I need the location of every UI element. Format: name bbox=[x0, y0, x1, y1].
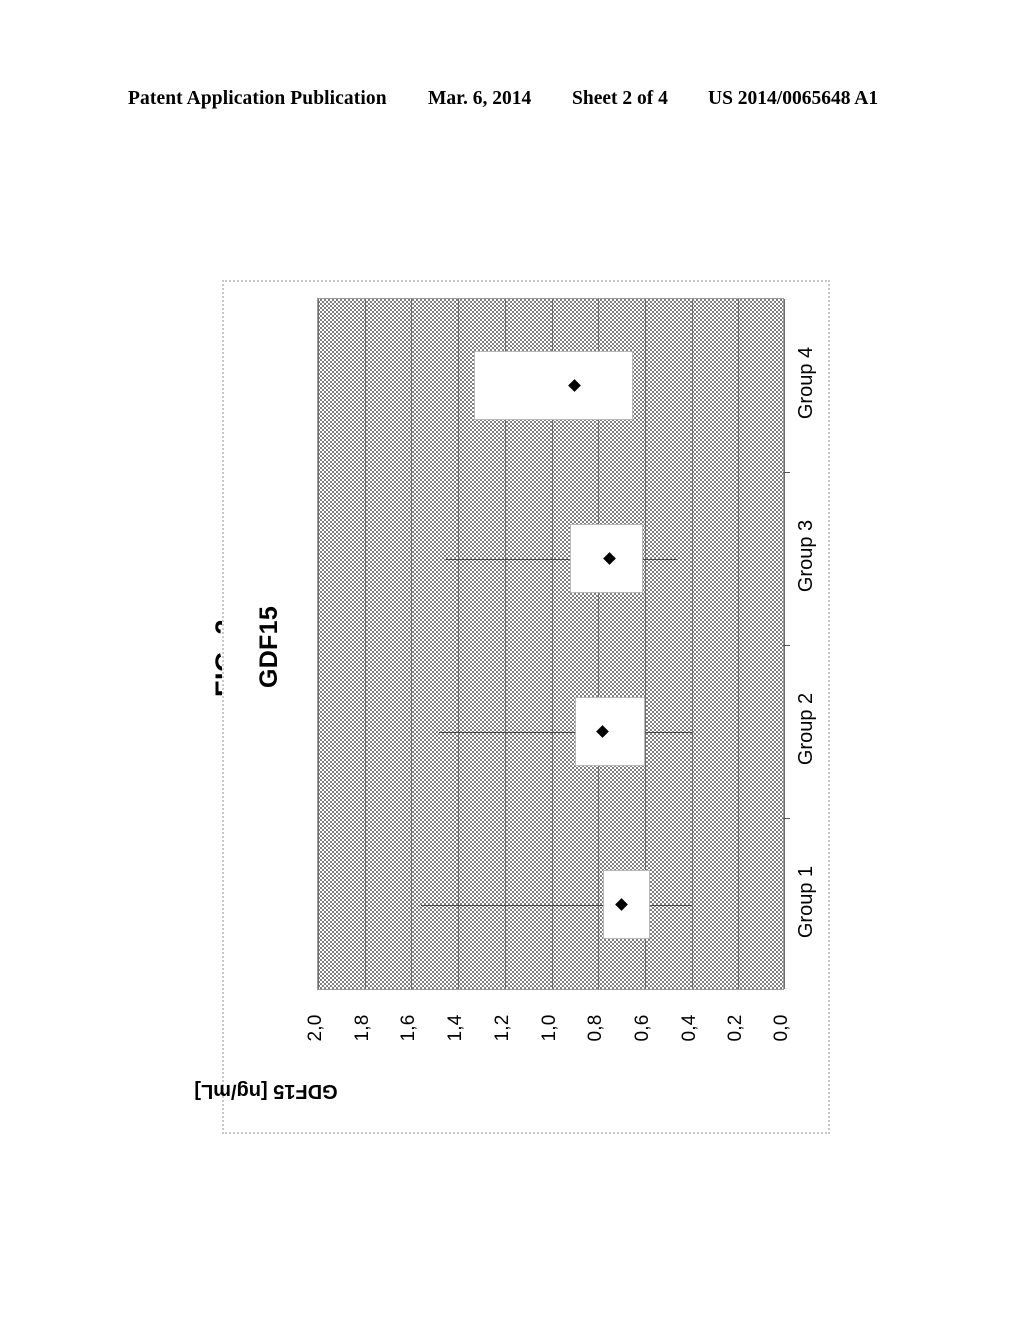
sheet-number: Sheet 2 of 4 bbox=[572, 88, 668, 109]
value-gridline bbox=[411, 299, 413, 989]
value-tick-label: 1,4 bbox=[445, 1014, 467, 1042]
value-gridline bbox=[364, 299, 366, 989]
publication-label: Patent Application Publication bbox=[128, 88, 387, 109]
value-gridline bbox=[691, 299, 693, 989]
value-gridline bbox=[784, 299, 785, 989]
box-plot-box bbox=[574, 696, 645, 767]
value-tick-label: 1,0 bbox=[538, 1014, 560, 1042]
whisker-upper bbox=[439, 731, 575, 733]
value-tick-label: 0,0 bbox=[771, 1014, 792, 1042]
value-axis-title: GDF15 [ng/mL] bbox=[194, 1080, 338, 1102]
value-tick-label: 1,8 bbox=[351, 1014, 373, 1042]
category-label: Group 4 bbox=[795, 346, 817, 419]
whisker-upper bbox=[446, 558, 571, 560]
value-tick-label: 0,6 bbox=[631, 1014, 653, 1042]
value-gridline bbox=[458, 299, 460, 989]
whisker-upper bbox=[420, 904, 603, 906]
value-tick-label: 0,2 bbox=[725, 1014, 747, 1042]
box-plot-box bbox=[474, 350, 634, 421]
value-gridline bbox=[318, 299, 319, 989]
category-tick bbox=[783, 645, 790, 646]
patent-number: US 2014/0065648 A1 bbox=[708, 88, 879, 109]
patent-header: Patent Application Publication Mar. 6, 2… bbox=[0, 88, 1024, 118]
whisker-lower bbox=[642, 558, 678, 560]
category-label: Group 3 bbox=[795, 519, 817, 592]
plot-area bbox=[317, 298, 790, 990]
value-tick-label: 1,6 bbox=[398, 1014, 420, 1042]
value-gridline bbox=[738, 299, 740, 989]
value-tick-label: 1,2 bbox=[491, 1014, 513, 1042]
category-tick bbox=[783, 472, 790, 473]
category-label: Group 2 bbox=[795, 692, 817, 765]
category-tick bbox=[783, 818, 790, 819]
value-tick-label: 0,8 bbox=[585, 1014, 607, 1042]
publication-date: Mar. 6, 2014 bbox=[428, 88, 532, 109]
whisker-lower bbox=[644, 731, 692, 733]
chart-title: GDF15 bbox=[255, 605, 283, 689]
category-label: Group 1 bbox=[795, 865, 817, 938]
value-tick-label: 2,0 bbox=[305, 1014, 326, 1042]
value-tick-label: 0,4 bbox=[678, 1014, 700, 1042]
whisker-lower bbox=[649, 904, 692, 906]
